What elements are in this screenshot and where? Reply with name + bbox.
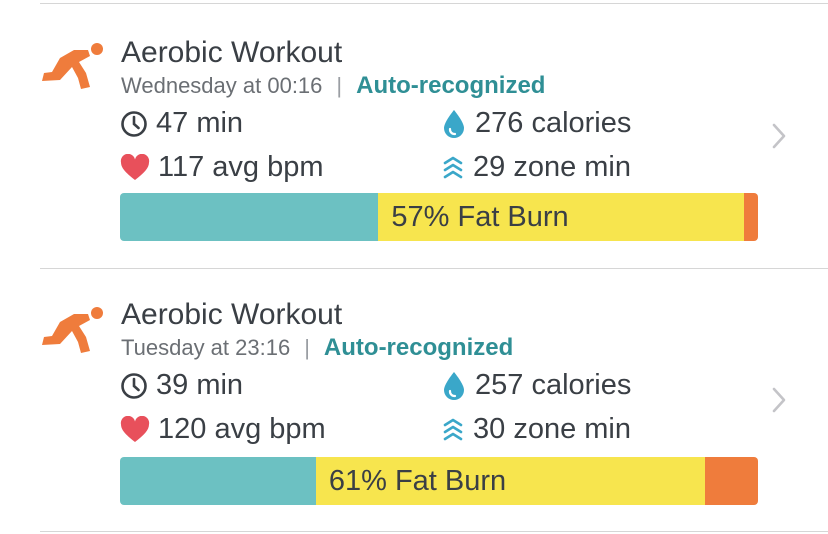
duration-value: 47 min — [156, 107, 244, 139]
workout-card[interactable]: Aerobic Workout Tuesday at 23:16 | Auto-… — [0, 270, 828, 534]
workout-title: Aerobic Workout — [121, 36, 343, 69]
clock-icon — [121, 372, 147, 399]
workout-datetime: Wednesday at 00:16 — [121, 73, 323, 98]
duration-stat: 39 min — [120, 369, 243, 402]
clock-icon — [121, 110, 147, 137]
calories-value: 276 calories — [475, 107, 632, 139]
calories-value: 257 calories — [475, 369, 632, 401]
heart-rate-stat: 117 avg bpm — [120, 151, 324, 184]
workout-datetime: Tuesday at 23:16 — [121, 335, 291, 360]
zone-segment-low — [120, 193, 379, 241]
zone-chevrons-icon — [443, 418, 463, 440]
workout-title: Aerobic Workout — [121, 298, 343, 331]
heart-zone-bar: 61% Fat Burn — [120, 457, 758, 505]
workout-list: Aerobic Workout Wednesday at 00:16 | Aut… — [0, 0, 828, 534]
calories-stat: 276 calories — [441, 107, 631, 140]
calories-stat: 257 calories — [441, 369, 631, 402]
runner-icon — [42, 307, 103, 353]
zone-segment-cardio — [743, 193, 758, 241]
runner-icon — [42, 43, 103, 89]
heart-rate-value: 120 avg bpm — [158, 413, 326, 445]
duration-value: 39 min — [156, 369, 244, 401]
heart-rate-stat: 120 avg bpm — [120, 413, 326, 446]
zone-chevrons-icon — [443, 156, 463, 178]
zone-minutes-stat: 30 zone min — [441, 413, 631, 446]
duration-stat: 47 min — [120, 107, 243, 140]
flame-drop-icon — [444, 109, 464, 138]
chevron-right-icon[interactable] — [770, 122, 788, 150]
subline-separator: | — [304, 335, 310, 360]
fat-burn-label: 61% Fat Burn — [328, 464, 507, 497]
zone-minutes-value: 29 zone min — [473, 151, 631, 183]
workout-card[interactable]: Aerobic Workout Wednesday at 00:16 | Aut… — [0, 6, 828, 270]
list-divider — [40, 3, 828, 4]
zone-minutes-value: 30 zone min — [473, 413, 631, 445]
chevron-right-icon[interactable] — [770, 386, 788, 414]
zone-segment-cardio — [705, 457, 758, 505]
heart-rate-value: 117 avg bpm — [158, 151, 324, 183]
list-divider — [40, 268, 828, 269]
heart-icon — [120, 415, 150, 442]
heart-zone-bar: 57% Fat Burn — [120, 193, 758, 241]
zone-segment-fat-burn: 57% Fat Burn — [378, 193, 744, 241]
zone-minutes-stat: 29 zone min — [441, 151, 631, 184]
heart-icon — [120, 153, 150, 180]
fat-burn-label: 57% Fat Burn — [391, 200, 569, 233]
flame-drop-icon — [444, 371, 464, 400]
recognition-label: Auto-recognized — [356, 72, 546, 99]
subline-separator: | — [336, 73, 343, 98]
zone-segment-fat-burn: 61% Fat Burn — [315, 457, 706, 505]
list-divider — [40, 531, 828, 532]
zone-segment-low — [120, 457, 316, 505]
workout-subline: Wednesday at 00:16 | Auto-recognized — [121, 72, 545, 100]
workout-subline: Tuesday at 23:16 | Auto-recognized — [121, 334, 513, 362]
recognition-label: Auto-recognized — [323, 334, 514, 361]
